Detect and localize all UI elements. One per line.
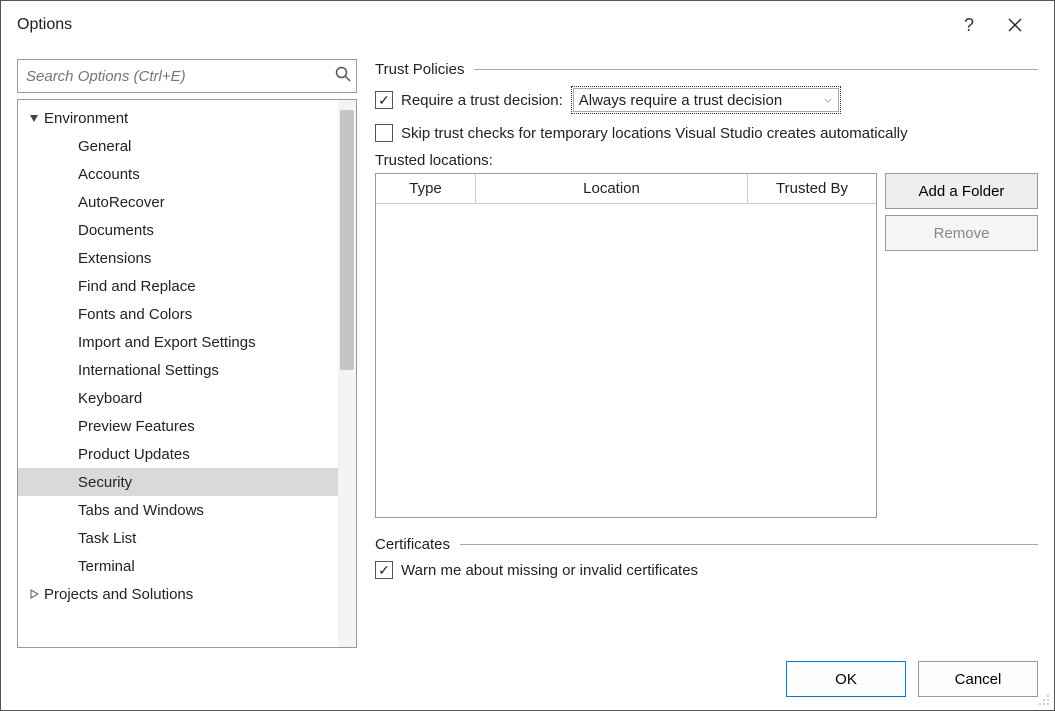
tree-parent-projects[interactable]: Projects and Solutions <box>18 580 338 608</box>
tree-parent-label: Environment <box>44 110 128 127</box>
tree-item-label: AutoRecover <box>78 194 165 211</box>
window-title: Options <box>17 16 72 34</box>
tree-item-label: Accounts <box>78 166 140 183</box>
tree-item-general[interactable]: General <box>18 132 338 160</box>
settings-pane: Trust Policies Require a trust decision:… <box>375 59 1038 648</box>
tree-item-find-and-replace[interactable]: Find and Replace <box>18 272 338 300</box>
close-icon <box>1008 18 1022 32</box>
tree-item-product-updates[interactable]: Product Updates <box>18 440 338 468</box>
search-input[interactable] <box>17 59 357 93</box>
tree-item-import-and-export-settings[interactable]: Import and Export Settings <box>18 328 338 356</box>
tree-item-autorecover[interactable]: AutoRecover <box>18 188 338 216</box>
tree-parent-label: Projects and Solutions <box>44 586 193 603</box>
column-header-location[interactable]: Location <box>476 174 748 203</box>
tree-item-security[interactable]: Security <box>18 468 338 496</box>
tree-item-tabs-and-windows[interactable]: Tabs and Windows <box>18 496 338 524</box>
tree-item-label: Import and Export Settings <box>78 334 256 351</box>
tree-item-label: Preview Features <box>78 418 195 435</box>
column-header-trusted-by[interactable]: Trusted By <box>748 174 876 203</box>
tree-item-label: Terminal <box>78 558 135 575</box>
dropdown-value: Always require a trust decision <box>579 92 782 109</box>
tree-item-task-list[interactable]: Task List <box>18 524 338 552</box>
titlebar: Options ? <box>1 1 1054 49</box>
tree-scroll-thumb[interactable] <box>340 110 354 370</box>
expander-icon <box>26 110 42 126</box>
tree-item-label: Product Updates <box>78 446 190 463</box>
navigation-pane: Environment General Accounts AutoRecover Do… <box>17 59 357 648</box>
tree-item-label: Fonts and Colors <box>78 306 192 323</box>
skip-trust-checkbox[interactable] <box>375 124 393 142</box>
tree-parent-environment[interactable]: Environment <box>18 104 338 132</box>
options-tree[interactable]: Environment General Accounts AutoRecover Do… <box>17 99 357 648</box>
tree-item-international-settings[interactable]: International Settings <box>18 356 338 384</box>
group-divider <box>474 69 1038 70</box>
tree-item-label: Find and Replace <box>78 278 196 295</box>
remove-button[interactable]: Remove <box>885 215 1038 251</box>
group-label: Certificates <box>375 536 450 553</box>
close-button[interactable] <box>992 2 1038 48</box>
tree-item-keyboard[interactable]: Keyboard <box>18 384 338 412</box>
warn-certificates-checkbox[interactable] <box>375 561 393 579</box>
tree-item-label: Documents <box>78 222 154 239</box>
tree-item-fonts-and-colors[interactable]: Fonts and Colors <box>18 300 338 328</box>
dialog-footer: OK Cancel <box>1 648 1054 710</box>
tree-item-label: Extensions <box>78 250 151 267</box>
skip-trust-label: Skip trust checks for temporary location… <box>401 125 908 142</box>
expander-icon <box>26 586 42 602</box>
add-folder-button[interactable]: Add a Folder <box>885 173 1038 209</box>
require-trust-checkbox[interactable] <box>375 91 393 109</box>
group-trust-policies: Trust Policies <box>375 61 1038 78</box>
resize-grip-icon[interactable] <box>1036 692 1050 706</box>
cancel-button[interactable]: Cancel <box>918 661 1038 697</box>
group-label: Trust Policies <box>375 61 464 78</box>
ok-button[interactable]: OK <box>786 661 906 697</box>
help-icon: ? <box>964 15 974 36</box>
tree-item-accounts[interactable]: Accounts <box>18 160 338 188</box>
tree-item-label: Security <box>78 474 132 491</box>
tree-item-label: Tabs and Windows <box>78 502 204 519</box>
tree-item-label: International Settings <box>78 362 219 379</box>
options-dialog: Options ? Environm <box>0 0 1055 711</box>
chevron-down-icon: ⌵ <box>824 95 832 106</box>
help-button[interactable]: ? <box>946 2 992 48</box>
trusted-locations-table[interactable]: Type Location Trusted By <box>375 173 877 518</box>
warn-certificates-label: Warn me about missing or invalid certifi… <box>401 562 698 579</box>
tree-item-label: Keyboard <box>78 390 142 407</box>
tree-item-preview-features[interactable]: Preview Features <box>18 412 338 440</box>
require-trust-label: Require a trust decision: <box>401 92 563 109</box>
group-certificates: Certificates <box>375 536 1038 553</box>
tree-item-label: Task List <box>78 530 136 547</box>
trust-decision-dropdown[interactable]: Always require a trust decision ⌵ <box>571 86 841 114</box>
trusted-locations-label: Trusted locations: <box>375 152 1038 169</box>
tree-item-terminal[interactable]: Terminal <box>18 552 338 580</box>
group-divider <box>460 544 1038 545</box>
tree-scrollbar[interactable] <box>338 100 356 647</box>
column-header-type[interactable]: Type <box>376 174 476 203</box>
tree-item-label: General <box>78 138 131 155</box>
tree-item-documents[interactable]: Documents <box>18 216 338 244</box>
tree-item-extensions[interactable]: Extensions <box>18 244 338 272</box>
